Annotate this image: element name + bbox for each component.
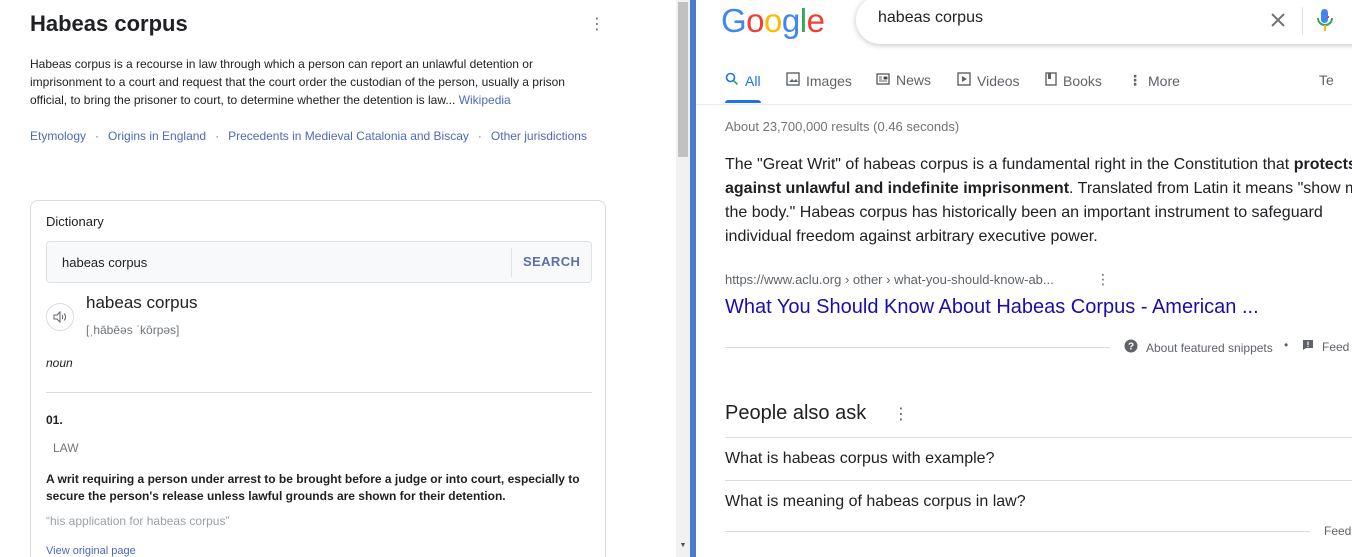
snippet-line: the body." Habeas corpus has historicall… — [725, 204, 1323, 221]
paa-feedback-link[interactable]: Feed — [1324, 524, 1351, 538]
svg-text:?: ? — [1128, 342, 1134, 353]
tab-label: Images — [806, 72, 852, 89]
speaker-icon[interactable] — [46, 303, 74, 331]
scroll-down-arrow-icon[interactable]: ▼ — [678, 540, 688, 552]
tab-label: More — [1148, 72, 1180, 89]
paa-options-icon[interactable]: ⋮ — [893, 404, 909, 424]
sense-number: 01. — [46, 413, 63, 427]
featured-divider — [725, 347, 1110, 348]
dictionary-search-input[interactable] — [62, 255, 502, 270]
dictionary-word: habeas corpus — [86, 293, 198, 312]
tab-label: All — [745, 72, 761, 89]
snippet-line: individual freedom against arbitrary exe… — [725, 228, 1098, 245]
paa-divider — [725, 531, 1310, 532]
separator-dot: · — [95, 129, 100, 143]
dictionary-search-box: SEARCH — [46, 241, 592, 283]
tab-label: Videos — [977, 72, 1020, 89]
book-icon — [1045, 72, 1057, 89]
separator-dot: · — [477, 129, 482, 143]
panel-title: Habeas corpus — [30, 11, 188, 36]
more-options-icon[interactable]: ⋮ — [589, 14, 605, 36]
logo-letter: l — [799, 2, 807, 39]
logo-letter: o — [764, 2, 782, 39]
about-snippets-label: About featured snippets — [1146, 340, 1273, 355]
microphone-icon[interactable] — [1316, 6, 1334, 34]
sense-label: LAW — [53, 441, 79, 455]
result-cite-url[interactable]: https://www.aclu.org › other › what-you-… — [725, 272, 1054, 287]
dictionary-divider — [46, 392, 592, 393]
snippet-text: The "Great Writ" of habeas corpus is a f… — [725, 156, 1294, 173]
search-divider — [511, 248, 512, 277]
featured-snippet-text: The "Great Writ" of habeas corpus is a f… — [725, 153, 1352, 249]
feedback-label: Feed — [1322, 339, 1350, 354]
search-results-pane: Google All Images News Videos Books — [696, 0, 1352, 557]
left-scrollbar-thumb[interactable] — [678, 2, 688, 157]
google-logo[interactable]: Google — [721, 2, 825, 40]
example-sentence: “his application for habeas corpus” — [46, 514, 230, 528]
kebab-icon: ⋮ — [1128, 72, 1142, 88]
dictionary-card: Dictionary SEARCH habeas corpus [ˌhābēəs… — [30, 200, 606, 557]
snippet-bold-text: against unlawful and indefinite imprison… — [725, 180, 1070, 197]
wikipedia-link[interactable]: Wikipedia — [459, 93, 511, 107]
dictionary-search-button[interactable]: SEARCH — [523, 254, 580, 269]
tab-videos[interactable]: Videos — [957, 72, 1020, 89]
snippet-line: against unlawful and indefinite imprison… — [725, 177, 1352, 201]
about-featured-snippets[interactable]: ? About featured snippets — [1124, 339, 1273, 356]
view-original-link[interactable]: View original page — [46, 545, 136, 557]
result-stats: About 23,700,000 results (0.46 seconds) — [725, 119, 960, 134]
section-link-origins[interactable]: Origins in England — [108, 129, 206, 143]
result-title-link[interactable]: What You Should Know About Habeas Corpus… — [725, 296, 1259, 319]
tab-tools[interactable]: Te — [1319, 72, 1334, 88]
separator-dot: · — [215, 129, 220, 143]
tab-news[interactable]: News — [876, 72, 931, 88]
search-separator — [1302, 7, 1303, 35]
phonetic-spelling: [ˌhābēəs ˈkôrpəs] — [86, 323, 180, 337]
logo-letter: o — [746, 2, 765, 39]
paa-divider — [725, 480, 1352, 481]
people-also-ask-title: People also ask — [725, 402, 867, 424]
section-link-etymology[interactable]: Etymology — [30, 129, 86, 143]
image-icon — [786, 72, 800, 89]
result-options-icon[interactable]: ⋮ — [1096, 271, 1110, 288]
section-links: Etymology · Origins in England · Precedents … — [30, 127, 600, 145]
knowledge-panel: Habeas corpus ⋮ Habeas corpus is a recou… — [0, 0, 676, 557]
paa-divider — [725, 437, 1352, 438]
tab-label: News — [896, 72, 932, 88]
tab-images[interactable]: Images — [786, 72, 852, 89]
snippet-line: The "Great Writ" of habeas corpus is a f… — [725, 153, 1352, 177]
logo-letter: g — [781, 2, 800, 39]
active-tab-indicator — [725, 100, 761, 103]
search-input[interactable] — [878, 9, 1238, 27]
section-link-other[interactable]: Other jurisdictions — [491, 129, 587, 143]
help-icon: ? — [1124, 339, 1138, 356]
paa-question[interactable]: What is habeas corpus with example? — [725, 450, 994, 468]
search-tabs: All Images News Videos Books ⋮ More Te — [725, 72, 1352, 104]
tabs-divider — [696, 104, 1352, 105]
news-icon — [876, 72, 890, 88]
search-bar — [856, 0, 1352, 44]
separator-dot: • — [1284, 338, 1289, 352]
snippet-bold-text: protects — [1293, 156, 1352, 173]
snippet-text: . Translated from Latin it means "show m — [1069, 180, 1352, 197]
tab-all[interactable]: All — [725, 72, 761, 89]
clear-icon[interactable] — [1266, 8, 1290, 32]
tab-more[interactable]: ⋮ More — [1128, 72, 1180, 89]
video-icon — [957, 72, 971, 89]
tab-label: Te — [1319, 72, 1334, 88]
tab-books[interactable]: Books — [1045, 72, 1102, 89]
tab-label: Books — [1063, 72, 1102, 89]
panel-description: Habeas corpus is a recourse in law throu… — [30, 55, 600, 109]
logo-letter: G — [721, 2, 747, 39]
dictionary-title: Dictionary — [46, 214, 104, 229]
paa-question[interactable]: What is meaning of habeas corpus in law? — [725, 493, 1026, 511]
feedback-button[interactable]: Feed — [1302, 339, 1349, 354]
definition-text: A writ requiring a person under arrest t… — [46, 472, 580, 503]
part-of-speech: noun — [46, 356, 73, 370]
search-icon — [725, 72, 739, 89]
logo-letter: e — [806, 2, 825, 39]
section-link-precedents[interactable]: Precedents in Medieval Catalonia and Bis… — [228, 129, 469, 143]
feedback-icon — [1302, 339, 1314, 354]
